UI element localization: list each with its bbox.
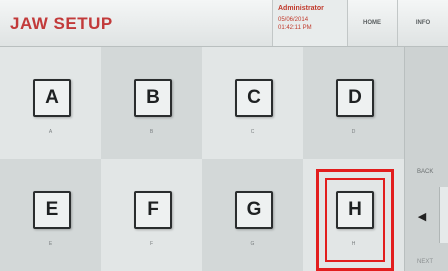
jaw-sublabel: A <box>48 129 53 135</box>
jaw-button-f[interactable]: F <box>134 191 172 229</box>
jaw-button-g[interactable]: G <box>235 191 273 229</box>
user-name: Administrator <box>278 5 324 12</box>
jaw-button-d[interactable]: D <box>336 79 374 117</box>
triangle-left-icon[interactable]: ◀ <box>405 197 439 237</box>
jaw-cell-b[interactable]: B B <box>101 47 202 159</box>
jaw-cell-g[interactable]: G G <box>202 159 303 271</box>
jaw-cell-d[interactable]: D D <box>303 47 404 159</box>
jaw-sublabel: G <box>250 241 255 247</box>
page-title: JAW SETUP <box>10 14 113 33</box>
user-info: Administrator 05/06/2014 01:42:11 PM <box>272 0 348 46</box>
jaw-button-c[interactable]: C <box>235 79 273 117</box>
selection-highlight <box>316 169 394 271</box>
user-time: 01:42:11 PM <box>278 25 312 31</box>
home-button[interactable]: HOME <box>347 0 398 46</box>
jaw-sublabel: B <box>149 129 154 135</box>
next-page-button[interactable] <box>439 187 448 243</box>
side-nav: BACK ◀ NEXT <box>404 47 448 271</box>
jaw-sublabel: E <box>48 241 53 247</box>
back-label[interactable]: BACK <box>417 169 433 175</box>
info-button[interactable]: INFO <box>398 0 448 46</box>
header-bar: JAW SETUP Administrator 05/06/2014 01:42… <box>0 0 448 47</box>
jaw-sublabel: D <box>351 129 356 135</box>
user-date: 05/06/2014 <box>278 17 309 23</box>
jaw-button-e[interactable]: E <box>33 191 71 229</box>
jaw-sublabel: F <box>149 241 154 247</box>
next-label[interactable]: NEXT <box>417 259 433 265</box>
selection-highlight-inner <box>325 178 385 262</box>
jaw-cell-a[interactable]: A A <box>0 47 101 159</box>
jaw-cell-c[interactable]: C C <box>202 47 303 159</box>
jaw-button-a[interactable]: A <box>33 79 71 117</box>
jaw-cell-e[interactable]: E E <box>0 159 101 271</box>
jaw-sublabel: C <box>250 129 255 135</box>
jaw-cell-f[interactable]: F F <box>101 159 202 271</box>
jaw-button-b[interactable]: B <box>134 79 172 117</box>
